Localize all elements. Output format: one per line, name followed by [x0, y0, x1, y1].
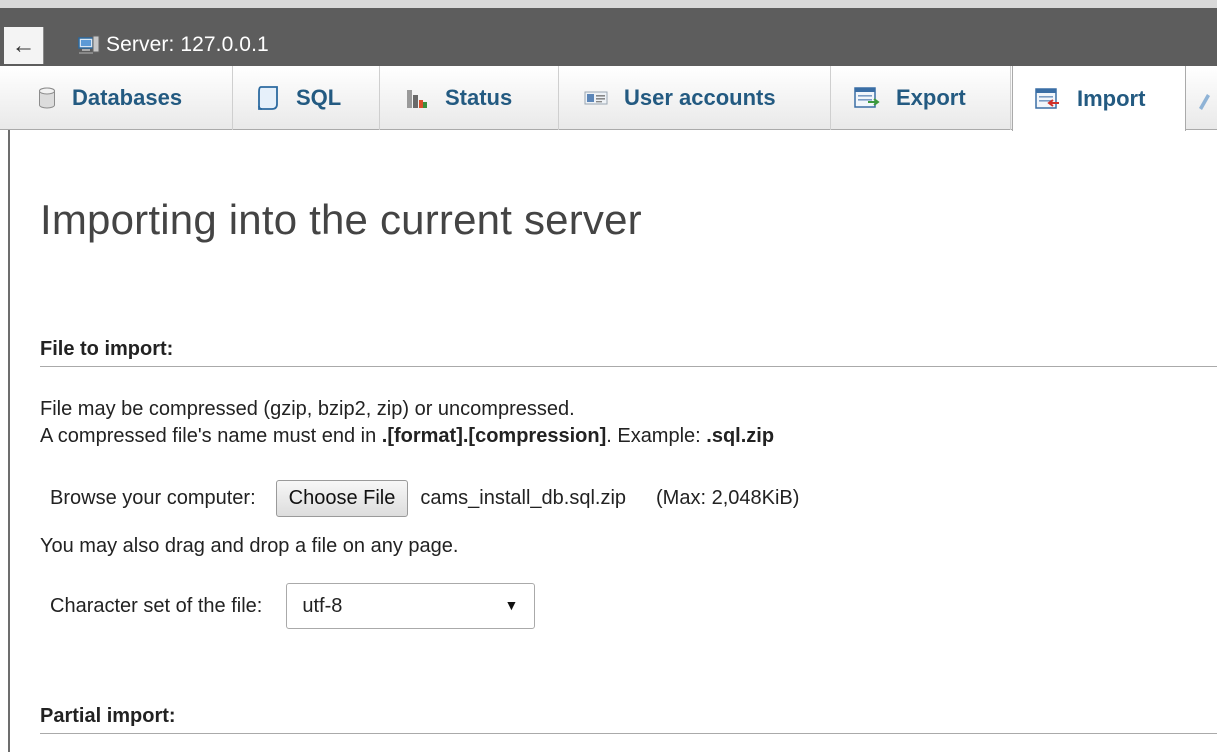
- tab-label: User accounts: [624, 85, 776, 110]
- partial-import-heading: Partial import:: [40, 705, 1217, 734]
- dropdown-arrow-icon: ▼: [504, 597, 519, 613]
- charset-select[interactable]: utf-8 ▼: [286, 583, 536, 629]
- collapse-navigation-button[interactable]: ←: [4, 27, 44, 64]
- status-chart-icon: [407, 90, 427, 108]
- browse-row: Browse your computer: Choose File cams_i…: [50, 478, 799, 518]
- format-example: .sql.zip: [706, 425, 775, 447]
- tab-status[interactable]: Status: [381, 66, 559, 130]
- tab-more[interactable]: [1187, 66, 1217, 130]
- left-arrow-icon: ←: [11, 32, 36, 59]
- file-name-format-note: A compressed file's name must end in .[f…: [40, 425, 774, 448]
- charset-row: Character set of the file: utf-8 ▼: [50, 583, 536, 629]
- export-icon: [854, 87, 880, 108]
- tab-sql[interactable]: SQL: [234, 66, 380, 130]
- tab-export[interactable]: Export: [832, 66, 1011, 130]
- more-tab-icon: [1199, 94, 1210, 110]
- server-icon: [78, 35, 100, 54]
- sql-scroll-icon: [258, 86, 278, 110]
- format-pattern: .[format].[compression]: [381, 425, 607, 447]
- tab-label: Import: [1077, 85, 1146, 111]
- format-note-prefix: A compressed file's name must end in: [40, 425, 382, 447]
- phpmyadmin-page: ← Server: 127.0.0.1 Databases SQL Status…: [0, 0, 1217, 752]
- charset-value: utf-8: [302, 594, 343, 617]
- browse-label: Browse your computer:: [50, 486, 256, 509]
- tab-user-accounts[interactable]: User accounts: [560, 66, 831, 130]
- content-left-border: [8, 130, 10, 752]
- tab-databases[interactable]: Databases: [10, 66, 233, 130]
- tab-label: Status: [445, 85, 513, 110]
- server-bar: ← Server: 127.0.0.1: [0, 0, 1217, 66]
- file-to-import-heading: File to import:: [40, 338, 1217, 367]
- page-title: Importing into the current server: [40, 196, 642, 243]
- database-icon: [39, 87, 55, 109]
- user-accounts-icon: [584, 91, 608, 105]
- server-label[interactable]: Server: 127.0.0.1: [106, 33, 269, 57]
- choose-file-button[interactable]: Choose File: [275, 479, 409, 517]
- main-tabs: Databases SQL Status User accounts Expor…: [0, 66, 1217, 131]
- max-upload-size: (Max: 2,048KiB): [656, 486, 800, 509]
- tab-label: SQL: [296, 85, 342, 110]
- import-icon: [1035, 87, 1059, 109]
- breadcrumb[interactable]: Server: 127.0.0.1: [78, 26, 269, 64]
- compression-note: File may be compressed (gzip, bzip2, zip…: [40, 398, 575, 420]
- tab-label: Databases: [72, 85, 183, 110]
- drag-drop-note: You may also drag and drop a file on any…: [40, 535, 459, 557]
- selected-file-name: cams_install_db.sql.zip: [420, 486, 627, 509]
- tab-label: Export: [896, 85, 966, 110]
- tab-import[interactable]: Import: [1012, 66, 1186, 131]
- format-note-mid: . Example:: [606, 425, 707, 447]
- charset-label: Character set of the file:: [50, 594, 263, 617]
